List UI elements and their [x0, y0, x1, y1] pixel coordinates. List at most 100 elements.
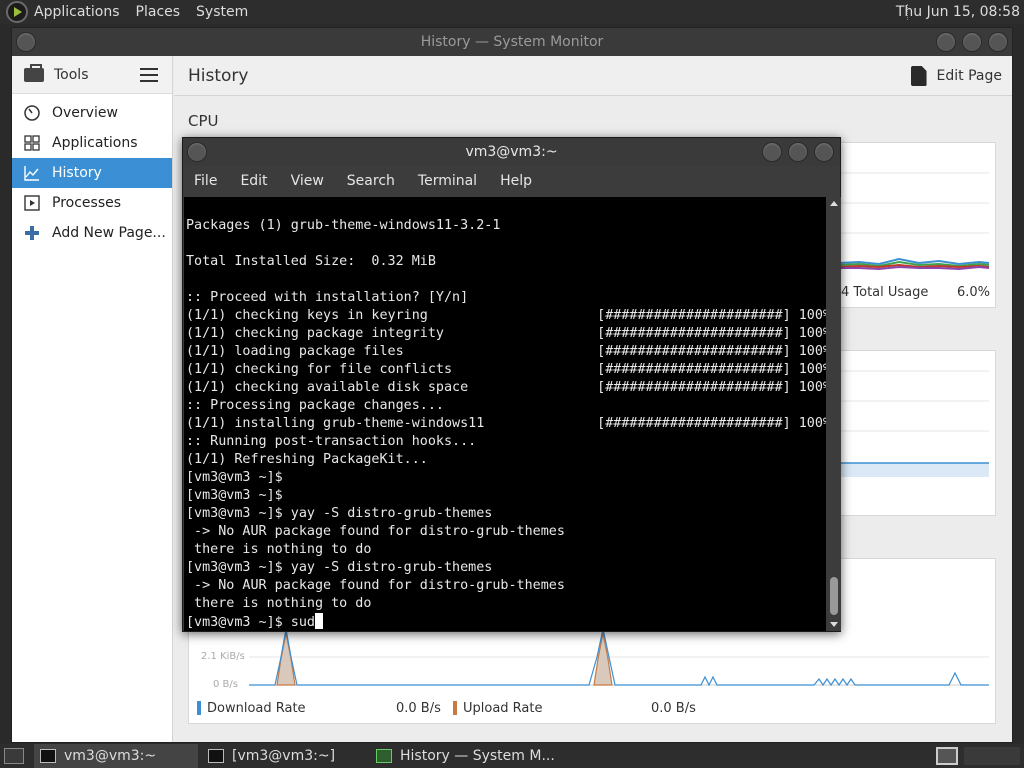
- sidebar-item-label: Processes: [52, 195, 122, 211]
- cpu-total-value: 6.0%: [957, 285, 991, 300]
- maximize-button[interactable]: [788, 142, 808, 162]
- terminal-line: :: Processing package changes...: [186, 398, 444, 413]
- terminal-line: -> No AUR package found for distro-grub-…: [186, 524, 565, 539]
- terminal-line: [vm3@vm3 ~]$: [186, 470, 283, 485]
- document-icon: [910, 66, 927, 86]
- gauge-icon: [24, 105, 40, 121]
- sidebar-header-label: Tools: [54, 66, 89, 83]
- terminal-window: vm3@vm3:~ File Edit View Search Terminal…: [182, 137, 841, 632]
- window-menu-button[interactable]: [187, 142, 207, 162]
- text-cursor: [315, 613, 323, 629]
- toolbox-icon: [24, 63, 44, 82]
- hamburger-menu-icon[interactable]: [140, 68, 158, 82]
- terminal-icon: [40, 749, 56, 763]
- tick-label: 0 B/s: [213, 679, 238, 690]
- task-terminal[interactable]: vm3@vm3:~: [34, 744, 198, 768]
- cpu-section-title: CPU: [188, 112, 219, 130]
- task-label: vm3@vm3:~: [64, 748, 157, 764]
- terminal-line: Total Installed Size: 0.32 MiB: [186, 254, 436, 269]
- download-rate-value: 0.0 B/s: [396, 701, 441, 716]
- menu-terminal[interactable]: Terminal: [418, 173, 477, 189]
- upload-color-swatch: [453, 701, 457, 715]
- download-rate-label: Download Rate: [207, 701, 306, 716]
- page-header: History Edit Page: [174, 56, 1012, 96]
- task-system-monitor[interactable]: History — System M...: [372, 744, 572, 768]
- cpu-total-label: 4 Total Usage: [841, 285, 929, 300]
- terminal-output[interactable]: Packages (1) grub-theme-windows11-3.2-1 …: [184, 197, 826, 631]
- menu-view[interactable]: View: [291, 173, 324, 189]
- minimize-button[interactable]: [762, 142, 782, 162]
- terminal-line: [vm3@vm3 ~]$ yay -S distro-grub-themes: [186, 506, 493, 521]
- close-button[interactable]: [814, 142, 834, 162]
- terminal-line: (1/1) checking package integrity [######…: [186, 326, 826, 341]
- task-minimized-terminal[interactable]: [vm3@vm3:~]: [204, 744, 368, 768]
- upload-rate-label: Upload Rate: [463, 701, 543, 716]
- sidebar-item-history[interactable]: History: [12, 158, 172, 188]
- edit-page-label: Edit Page: [936, 68, 1002, 84]
- menu-help[interactable]: Help: [500, 173, 532, 189]
- terminal-line: (1/1) Refreshing PackageKit...: [186, 452, 428, 467]
- terminal-line: (1/1) installing grub-theme-windows11 [#…: [186, 416, 826, 431]
- sidebar-item-add-new-page[interactable]: Add New Page...: [12, 218, 172, 248]
- scrollbar-arrows: [830, 201, 838, 627]
- plus-icon: [24, 225, 40, 241]
- terminal-line: Packages (1) grub-theme-windows11-3.2-1: [186, 218, 501, 233]
- sidebar-item-overview[interactable]: Overview: [12, 98, 172, 128]
- edit-page-button[interactable]: Edit Page: [910, 66, 1002, 86]
- upload-rate-value: 0.0 B/s: [651, 701, 696, 716]
- terminal-line: [vm3@vm3 ~]$: [186, 488, 283, 503]
- scroll-up-icon: [830, 201, 838, 206]
- sidebar-item-label: Overview: [52, 105, 118, 121]
- top-panel: Applications Places System Thu Jun 15, 0…: [0, 0, 1024, 24]
- tick-label: 2.1 KiB/s: [201, 651, 245, 662]
- scrollbar-thumb[interactable]: [830, 577, 838, 615]
- sidebar-header: Tools: [12, 56, 172, 94]
- terminal-line: (1/1) checking for file conflicts [#####…: [186, 362, 826, 377]
- terminal-line: [vm3@vm3 ~]$ yay -S distro-grub-themes: [186, 560, 493, 575]
- window-menu-button[interactable]: [16, 32, 36, 52]
- maximize-button[interactable]: [962, 32, 982, 52]
- terminal-line: there is nothing to do: [186, 596, 372, 611]
- terminal-scrollbar[interactable]: [827, 197, 841, 631]
- system-monitor-titlebar[interactable]: History — System Monitor: [12, 28, 1012, 56]
- menu-edit[interactable]: Edit: [240, 173, 267, 189]
- sidebar-item-applications[interactable]: Applications: [12, 128, 172, 158]
- terminal-line: (1/1) checking available disk space [###…: [186, 380, 826, 395]
- sidebar-item-label: History: [52, 165, 102, 181]
- terminal-prompt-line: [vm3@vm3 ~]$ sud: [186, 613, 826, 631]
- terminal-line: :: Running post-transaction hooks...: [186, 434, 477, 449]
- scroll-down-icon: [830, 622, 838, 627]
- page-title: History: [188, 66, 249, 86]
- menu-system[interactable]: System: [196, 4, 248, 20]
- workspace-switcher-icon[interactable]: [936, 747, 958, 765]
- bottom-panel: vm3@vm3:~ [vm3@vm3:~] History — System M…: [0, 744, 1024, 768]
- process-icon: [24, 195, 40, 211]
- task-label: History — System M...: [400, 748, 555, 764]
- menu-search[interactable]: Search: [347, 173, 395, 189]
- terminal-line: -> No AUR package found for distro-grub-…: [186, 578, 565, 593]
- clock[interactable]: Thu Jun 15, 08:58: [896, 4, 1020, 20]
- workspace-area[interactable]: [964, 747, 1020, 765]
- distro-logo-icon[interactable]: [6, 1, 28, 23]
- download-color-swatch: [197, 701, 201, 715]
- close-button[interactable]: [988, 32, 1008, 52]
- terminal-titlebar[interactable]: vm3@vm3:~: [183, 138, 840, 166]
- terminal-icon: [208, 749, 224, 763]
- sidebar: Tools Overview Applications History Proc…: [12, 56, 173, 742]
- minimize-button[interactable]: [936, 32, 956, 52]
- terminal-line: there is nothing to do: [186, 542, 372, 557]
- terminal-title: vm3@vm3:~: [465, 144, 558, 160]
- task-label: [vm3@vm3:~]: [232, 748, 336, 764]
- sidebar-item-label: Applications: [52, 135, 138, 151]
- window-title: History — System Monitor: [420, 34, 604, 50]
- menu-places[interactable]: Places: [136, 4, 181, 20]
- menu-file[interactable]: File: [194, 173, 217, 189]
- terminal-menubar: File Edit View Search Terminal Help: [183, 166, 840, 196]
- menu-applications[interactable]: Applications: [34, 4, 120, 20]
- sidebar-item-processes[interactable]: Processes: [12, 188, 172, 218]
- show-desktop-icon[interactable]: [4, 748, 24, 764]
- sidebar-item-label: Add New Page...: [52, 225, 166, 241]
- terminal-prompt: [vm3@vm3 ~]$ sud: [186, 615, 315, 630]
